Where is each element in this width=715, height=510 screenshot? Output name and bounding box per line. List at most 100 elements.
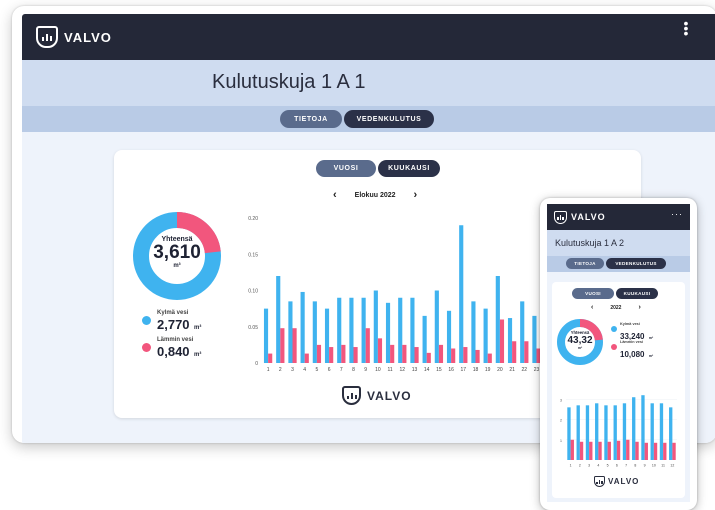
bar-cold[interactable] — [385, 302, 391, 363]
bar-cold[interactable] — [659, 403, 664, 460]
bar-cold[interactable] — [520, 301, 525, 363]
bar-cold[interactable] — [373, 290, 378, 364]
bar-cold[interactable] — [410, 297, 415, 363]
bar-warm[interactable] — [672, 442, 676, 460]
mobile-next-button[interactable]: › — [638, 304, 640, 311]
y-tick-label: 0.05 — [248, 325, 258, 331]
bar-warm[interactable] — [353, 347, 358, 363]
mobile-menu-icon[interactable]: ··· — [671, 209, 683, 219]
mobile-period-tab-month[interactable]: KUUKAUSI — [616, 288, 658, 299]
bar-cold[interactable] — [495, 276, 500, 363]
bar-cold[interactable] — [576, 405, 580, 460]
bar-cold[interactable] — [398, 297, 403, 363]
bar-cold[interactable] — [337, 297, 342, 363]
cold-dot-icon — [611, 326, 617, 332]
valvo-logo-icon — [554, 210, 567, 224]
bar-warm[interactable] — [524, 341, 529, 363]
period-tab-month[interactable]: KUUKAUSI — [378, 160, 440, 177]
bar-warm[interactable] — [570, 439, 574, 460]
x-tick-label: 21 — [509, 367, 515, 373]
bar-warm[interactable] — [341, 344, 346, 363]
bar-warm[interactable] — [280, 328, 285, 363]
bar-warm[interactable] — [607, 441, 611, 460]
mobile-period-tab-year[interactable]: VUOSI — [572, 288, 614, 299]
bar-warm[interactable] — [663, 442, 667, 460]
bar-warm[interactable] — [635, 441, 639, 460]
bar-cold[interactable] — [349, 297, 354, 363]
mobile-window: VALVO ··· Kulutuskuja 1 A 2 TIETOJA VEDE… — [540, 198, 697, 510]
x-tick-label: 14 — [424, 367, 430, 373]
bar-cold[interactable] — [585, 405, 590, 460]
bar-cold[interactable] — [434, 290, 439, 364]
bar-warm[interactable] — [451, 348, 456, 364]
bar-warm[interactable] — [414, 347, 419, 363]
footer-logo: VALVO — [342, 386, 412, 405]
bar-warm[interactable] — [644, 442, 648, 460]
bar-warm[interactable] — [365, 328, 370, 363]
next-month-button[interactable]: › — [414, 189, 418, 201]
bar-warm[interactable] — [292, 328, 297, 363]
mobile-tab-tietoja[interactable]: TIETOJA — [566, 258, 604, 269]
bar-warm[interactable] — [438, 344, 444, 363]
tab-tietoja[interactable]: TIETOJA — [280, 110, 342, 128]
bar-cold[interactable] — [459, 225, 464, 363]
mobile-prev-button[interactable]: ‹ — [591, 304, 593, 311]
x-tick-label: 8 — [634, 464, 636, 468]
bar-warm[interactable] — [487, 353, 492, 363]
bar-cold[interactable] — [288, 301, 293, 363]
bar-warm[interactable] — [598, 441, 602, 460]
bar-warm[interactable] — [426, 352, 431, 363]
bar-cold[interactable] — [263, 308, 269, 363]
bar-cold[interactable] — [650, 403, 654, 460]
bar-cold[interactable] — [361, 297, 366, 363]
bar-cold[interactable] — [507, 318, 513, 363]
bar-cold[interactable] — [595, 403, 599, 460]
x-tick-label: 4 — [303, 367, 306, 373]
bar-cold[interactable] — [604, 405, 608, 460]
bar-cold[interactable] — [446, 310, 452, 363]
bar-warm[interactable] — [304, 353, 309, 363]
bar-warm[interactable] — [616, 440, 621, 460]
bar-warm[interactable] — [390, 344, 395, 363]
bar-warm[interactable] — [329, 347, 334, 363]
bar-warm[interactable] — [475, 349, 480, 363]
kebab-menu-icon[interactable]: • • • — [683, 16, 689, 40]
bar-cold[interactable] — [632, 397, 636, 460]
bar-warm[interactable] — [463, 347, 468, 363]
bar-cold[interactable] — [422, 315, 427, 363]
bar-warm[interactable] — [402, 344, 407, 363]
bar-warm[interactable] — [579, 441, 584, 460]
month-label: Elokuu 2022 — [354, 191, 396, 199]
x-tick-label: 18 — [473, 367, 479, 373]
bar-cold[interactable] — [471, 301, 476, 363]
bar-warm[interactable] — [626, 439, 630, 460]
bar-cold[interactable] — [324, 308, 330, 363]
period-tab-year[interactable]: VUOSI — [316, 160, 376, 177]
bar-warm[interactable] — [377, 338, 383, 363]
bar-warm[interactable] — [653, 442, 658, 460]
bar-cold[interactable] — [622, 403, 627, 460]
bar-warm[interactable] — [589, 441, 593, 460]
mobile-content: VUOSI KUUKAUSI ‹ 2022 › Yhteensä 43,32 m… — [547, 272, 690, 502]
x-tick-label: 12 — [400, 367, 406, 373]
mobile-tab-vedenkulutus[interactable]: VEDENKULUTUS — [606, 258, 666, 269]
bar-cold[interactable] — [532, 315, 537, 363]
prev-month-button[interactable]: ‹ — [333, 189, 337, 201]
x-tick-label: 5 — [316, 367, 319, 373]
bar-warm[interactable] — [512, 341, 517, 363]
mobile-brand-logo[interactable]: VALVO — [554, 210, 606, 224]
bar-warm[interactable] — [268, 353, 273, 363]
bar-cold[interactable] — [483, 308, 488, 363]
bar-warm[interactable] — [499, 319, 505, 364]
bar-cold[interactable] — [641, 395, 645, 460]
bar-cold[interactable] — [669, 407, 673, 460]
bar-cold[interactable] — [300, 291, 305, 363]
bar-warm[interactable] — [316, 344, 322, 363]
footer-brand-name: VALVO — [367, 388, 412, 403]
bar-cold[interactable] — [567, 407, 571, 460]
bar-cold[interactable] — [312, 301, 317, 363]
tab-vedenkulutus[interactable]: VEDENKULUTUS — [344, 110, 434, 128]
bar-cold[interactable] — [613, 405, 617, 460]
bar-cold[interactable] — [276, 276, 281, 363]
brand-logo[interactable]: VALVO — [36, 26, 112, 48]
